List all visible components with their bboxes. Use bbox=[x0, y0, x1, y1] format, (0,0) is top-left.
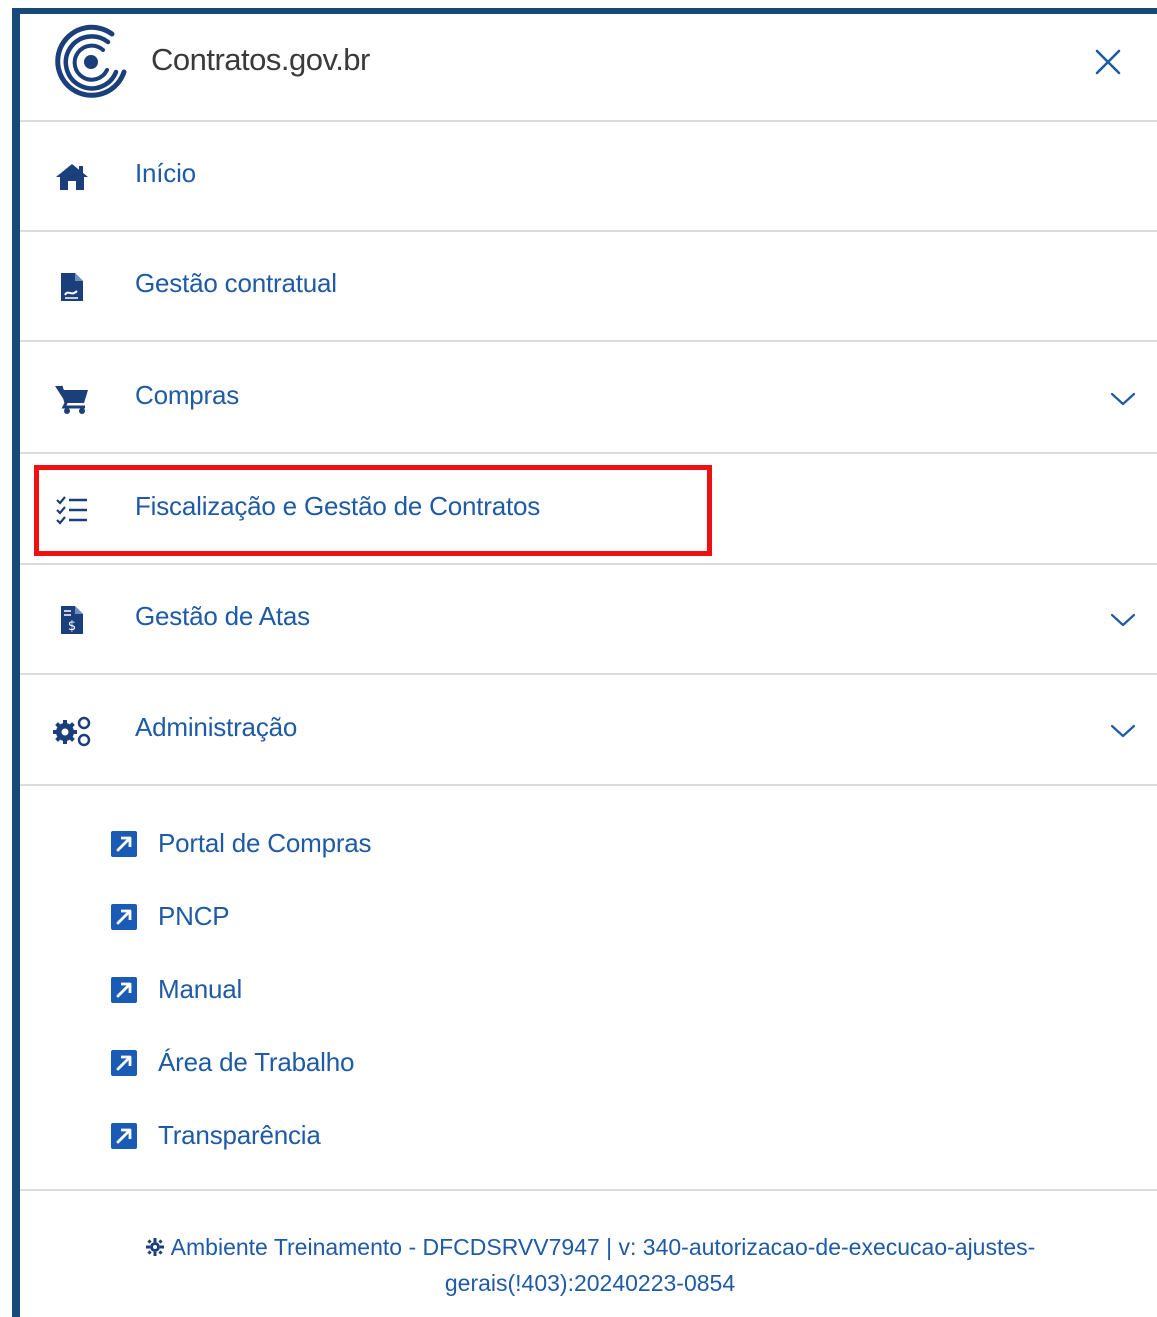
external-link-icon bbox=[110, 1122, 138, 1150]
gears-icon bbox=[50, 714, 94, 748]
footer-divider bbox=[20, 1189, 1157, 1191]
external-link-icon bbox=[110, 903, 138, 931]
link-label: Área de Trabalho bbox=[158, 1047, 355, 1077]
chevron-down-icon[interactable] bbox=[1106, 386, 1140, 412]
link-pncp[interactable]: PNCP bbox=[110, 893, 710, 941]
external-link-icon bbox=[110, 1049, 138, 1077]
menu-item-gestao-contratual[interactable]: Gestão contratual bbox=[20, 232, 1157, 342]
external-link-icon bbox=[110, 830, 138, 858]
home-icon bbox=[50, 160, 94, 194]
chevron-down-icon[interactable] bbox=[1106, 718, 1140, 744]
link-label: Manual bbox=[158, 974, 243, 1004]
link-area-de-trabalho[interactable]: Área de Trabalho bbox=[110, 1039, 710, 1087]
menu-item-gestao-de-atas[interactable]: $ Gestão de Atas bbox=[20, 565, 1157, 675]
frame-border-left bbox=[12, 8, 20, 1317]
checklist-icon bbox=[50, 493, 94, 527]
link-transparencia[interactable]: Transparência bbox=[110, 1112, 710, 1160]
menu-item-compras[interactable]: Compras bbox=[20, 344, 1157, 454]
document-icon bbox=[50, 270, 94, 304]
brand-name: Contratos.gov.br bbox=[151, 42, 370, 77]
menu-item-administracao[interactable]: Administração bbox=[20, 676, 1157, 786]
menu-header: Contratos.gov.br bbox=[20, 14, 1157, 122]
menu-item-fiscalizacao[interactable]: Fiscalização e Gestão de Contratos bbox=[20, 455, 1157, 565]
side-menu-panel: Contratos.gov.br Início Gestão contratua… bbox=[20, 14, 1157, 1317]
external-link-icon bbox=[110, 976, 138, 1004]
menu-item-label: Compras bbox=[135, 380, 240, 410]
menu-item-label: Início bbox=[135, 158, 196, 188]
app-frame: Contratos.gov.br Início Gestão contratua… bbox=[0, 0, 1157, 1317]
link-portal-de-compras[interactable]: Portal de Compras bbox=[110, 820, 710, 868]
link-label: Transparência bbox=[158, 1120, 321, 1150]
link-label: PNCP bbox=[158, 901, 230, 931]
chevron-down-icon[interactable] bbox=[1106, 607, 1140, 633]
close-icon[interactable] bbox=[1088, 42, 1128, 82]
menu-item-label: Fiscalização e Gestão de Contratos bbox=[135, 491, 541, 521]
contratos-spiral-logo bbox=[50, 20, 130, 100]
link-manual[interactable]: Manual bbox=[110, 966, 710, 1014]
environment-info-text: Ambiente Treinamento - DFCDSRVV7947 | v:… bbox=[170, 1234, 1036, 1260]
menu-item-label: Gestão de Atas bbox=[135, 601, 310, 631]
gear-icon bbox=[145, 1231, 165, 1256]
environment-info: Ambiente Treinamento - DFCDSRVV7947 | v:… bbox=[60, 1229, 1120, 1301]
menu-item-label: Gestão contratual bbox=[135, 268, 337, 298]
environment-info-line1: Ambiente Treinamento - DFCDSRVV7947 | v:… bbox=[60, 1229, 1120, 1265]
invoice-icon: $ bbox=[50, 603, 94, 637]
shopping-cart-icon bbox=[50, 382, 94, 416]
menu-item-inicio[interactable]: Início bbox=[20, 122, 1157, 232]
menu-item-label: Administração bbox=[135, 712, 298, 742]
svg-text:$: $ bbox=[68, 619, 76, 634]
environment-info-line2: gerais(!403):20240223-0854 bbox=[444, 1270, 736, 1296]
link-label: Portal de Compras bbox=[158, 828, 372, 858]
